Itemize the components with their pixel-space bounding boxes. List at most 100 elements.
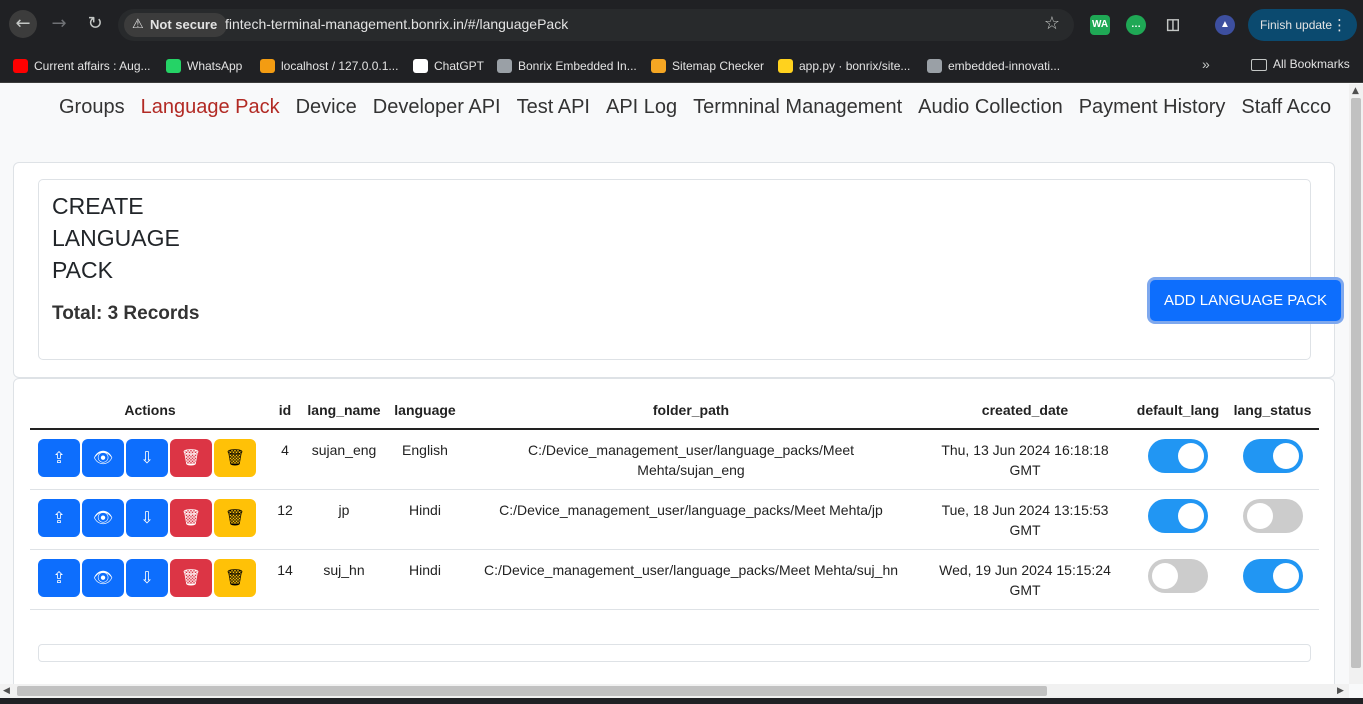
bookmark-favicon-icon: [927, 59, 942, 73]
nav-item-termninal-management[interactable]: Termninal Management: [693, 96, 902, 118]
forward-arrow-icon[interactable]: →: [45, 10, 73, 38]
bookmark-item[interactable]: ChatGPT: [413, 57, 484, 75]
download-button[interactable]: ⇩: [126, 439, 168, 477]
bookmark-item[interactable]: Current affairs : Aug...: [13, 57, 151, 75]
security-label: Not secure: [150, 17, 218, 32]
bookmark-item[interactable]: Bonrix Embedded In...: [497, 57, 637, 75]
bookmark-label: Sitemap Checker: [672, 59, 765, 73]
default-lang-toggle[interactable]: [1148, 498, 1208, 533]
wa-extension-icon[interactable]: WA: [1090, 15, 1110, 35]
nav-item-language-pack[interactable]: Language Pack: [141, 96, 280, 118]
bookmarks-overflow-icon[interactable]: »: [1202, 56, 1210, 72]
nav-item-groups[interactable]: Groups: [59, 96, 125, 118]
reload-icon[interactable]: ↻: [81, 10, 109, 38]
header-inner-card: CREATE LANGUAGE PACK Total: 3 Records: [38, 179, 1311, 360]
add-language-pack-button[interactable]: ADD LANGUAGE PACK: [1150, 280, 1341, 321]
download-button[interactable]: ⇩: [126, 498, 168, 537]
bookmark-item[interactable]: localhost / 127.0.0.1...: [260, 57, 398, 75]
header-card: CREATE LANGUAGE PACK Total: 3 Records AD…: [13, 162, 1341, 378]
bookmark-favicon-icon: [778, 59, 793, 73]
id-cell: 4: [270, 429, 300, 490]
language-cell: English: [388, 429, 462, 490]
chat-extension-icon[interactable]: …: [1126, 15, 1146, 35]
finish-update-label: Finish update: [1260, 18, 1333, 32]
taskbar-edge: [0, 698, 1363, 704]
bookmark-label: localhost / 127.0.0.1...: [281, 59, 399, 73]
bookmark-star-icon[interactable]: ☆: [1044, 13, 1060, 34]
actions-cell: ⇪ 👁 ⇩ 🗑 🗑: [30, 429, 270, 490]
browser-toolbar: ← → ↻ ⚠ Not secure fintech-terminal-mana…: [0, 0, 1363, 50]
default-lang-toggle[interactable]: [1148, 439, 1208, 473]
table-row: ⇪ 👁 ⇩ 🗑 🗑 14 suj_hn Hindi C:/Device_management_u…: [30, 549, 1319, 610]
trash-button[interactable]: 🗑: [214, 558, 256, 597]
bookmark-label: embedded-innovati...: [948, 59, 1061, 73]
bookmark-item[interactable]: WhatsApp: [166, 57, 242, 75]
table-footer: [38, 644, 1311, 662]
bookmark-favicon-icon: [413, 59, 428, 73]
created-date-cell: Wed, 19 Jun 2024 15:15:24 GMT: [920, 549, 1130, 610]
address-bar[interactable]: ⚠ Not secure fintech-terminal-management…: [118, 9, 1074, 41]
lang-status-toggle[interactable]: [1242, 439, 1303, 473]
nav-item-developer-api[interactable]: Developer API: [373, 96, 501, 118]
lang-name-cell: suj_hn: [300, 549, 388, 610]
download-button[interactable]: ⇩: [126, 558, 168, 597]
delete-button[interactable]: 🗑: [170, 439, 212, 477]
trash-button[interactable]: 🗑: [214, 498, 256, 537]
horizontal-scroll-thumb[interactable]: [17, 686, 1047, 696]
bookmark-item[interactable]: app.py · bonrix/site...: [778, 57, 910, 75]
trash-button[interactable]: 🗑: [214, 439, 256, 477]
scroll-up-icon[interactable]: ▲: [1352, 86, 1359, 96]
nav-item-device[interactable]: Device: [296, 96, 357, 118]
delete-button[interactable]: 🗑: [170, 498, 212, 537]
bookmark-item[interactable]: Sitemap Checker: [651, 57, 764, 75]
bookmark-label: Bonrix Embedded In...: [518, 59, 637, 73]
bookmarks-bar: Current affairs : Aug... WhatsApp localhos…: [0, 50, 1363, 83]
column-header: language: [388, 391, 462, 430]
upload-button[interactable]: ⇪: [38, 558, 80, 597]
nav-item-audio-collection[interactable]: Audio Collection: [918, 96, 1063, 118]
column-header: lang_status: [1226, 391, 1319, 430]
horizontal-scrollbar[interactable]: ◀ ▶: [0, 684, 1349, 698]
column-header: Actions: [30, 391, 270, 430]
url-text[interactable]: fintech-terminal-management.bonrix.in/#/…: [225, 16, 568, 32]
actions-cell: ⇪ 👁 ⇩ 🗑 🗑: [30, 489, 270, 550]
scroll-right-icon[interactable]: ▶: [1337, 686, 1344, 696]
view-eye-button[interactable]: 👁: [82, 498, 124, 537]
menu-dots-icon[interactable]: ⋮: [1332, 9, 1347, 41]
nav-item-api-log[interactable]: API Log: [606, 96, 677, 118]
security-chip[interactable]: ⚠ Not secure: [124, 13, 228, 37]
view-eye-button[interactable]: 👁: [82, 439, 124, 477]
bookmark-item[interactable]: embedded-innovati...: [927, 57, 1060, 75]
nav-item-staff-acco[interactable]: Staff Acco: [1241, 96, 1331, 118]
delete-button[interactable]: 🗑: [170, 558, 212, 597]
view-eye-button[interactable]: 👁: [82, 558, 124, 597]
lang-status-cell: [1226, 549, 1319, 610]
folder-path-cell: C:/Device_management_user/language_packs…: [462, 489, 920, 550]
column-header: lang_name: [300, 391, 388, 430]
lang-status-toggle[interactable]: [1242, 498, 1303, 533]
toggle-knob: [1178, 443, 1204, 469]
default-lang-cell: [1130, 549, 1226, 610]
back-arrow-icon[interactable]: ←: [9, 10, 37, 38]
column-header: id: [270, 391, 300, 430]
nav-item-test-api[interactable]: Test API: [517, 96, 590, 118]
extensions-puzzle-icon[interactable]: ◫: [1163, 15, 1183, 35]
upload-button[interactable]: ⇪: [38, 439, 80, 477]
profile-avatar[interactable]: ▲: [1215, 15, 1235, 35]
bookmark-favicon-icon: [497, 59, 512, 73]
toggle-knob: [1272, 562, 1299, 589]
default-lang-toggle[interactable]: [1148, 558, 1208, 593]
table-header-row: Actions id lang_name language folder_pat…: [30, 391, 1319, 430]
vertical-scrollbar[interactable]: ▲: [1349, 84, 1363, 684]
lang-status-cell: [1226, 489, 1319, 550]
scroll-left-icon[interactable]: ◀: [3, 686, 10, 696]
upload-button[interactable]: ⇪: [38, 498, 80, 537]
all-bookmarks-label: All Bookmarks: [1273, 57, 1350, 71]
toggle-knob: [1246, 502, 1273, 529]
nav-item-payment-history[interactable]: Payment History: [1079, 96, 1226, 118]
finish-update-button[interactable]: Finish update ⋮: [1248, 9, 1357, 41]
bookmark-label: ChatGPT: [434, 59, 485, 73]
lang-status-toggle[interactable]: [1242, 558, 1303, 593]
all-bookmarks-button[interactable]: All Bookmarks: [1251, 57, 1350, 71]
vertical-scroll-thumb[interactable]: [1351, 98, 1361, 668]
